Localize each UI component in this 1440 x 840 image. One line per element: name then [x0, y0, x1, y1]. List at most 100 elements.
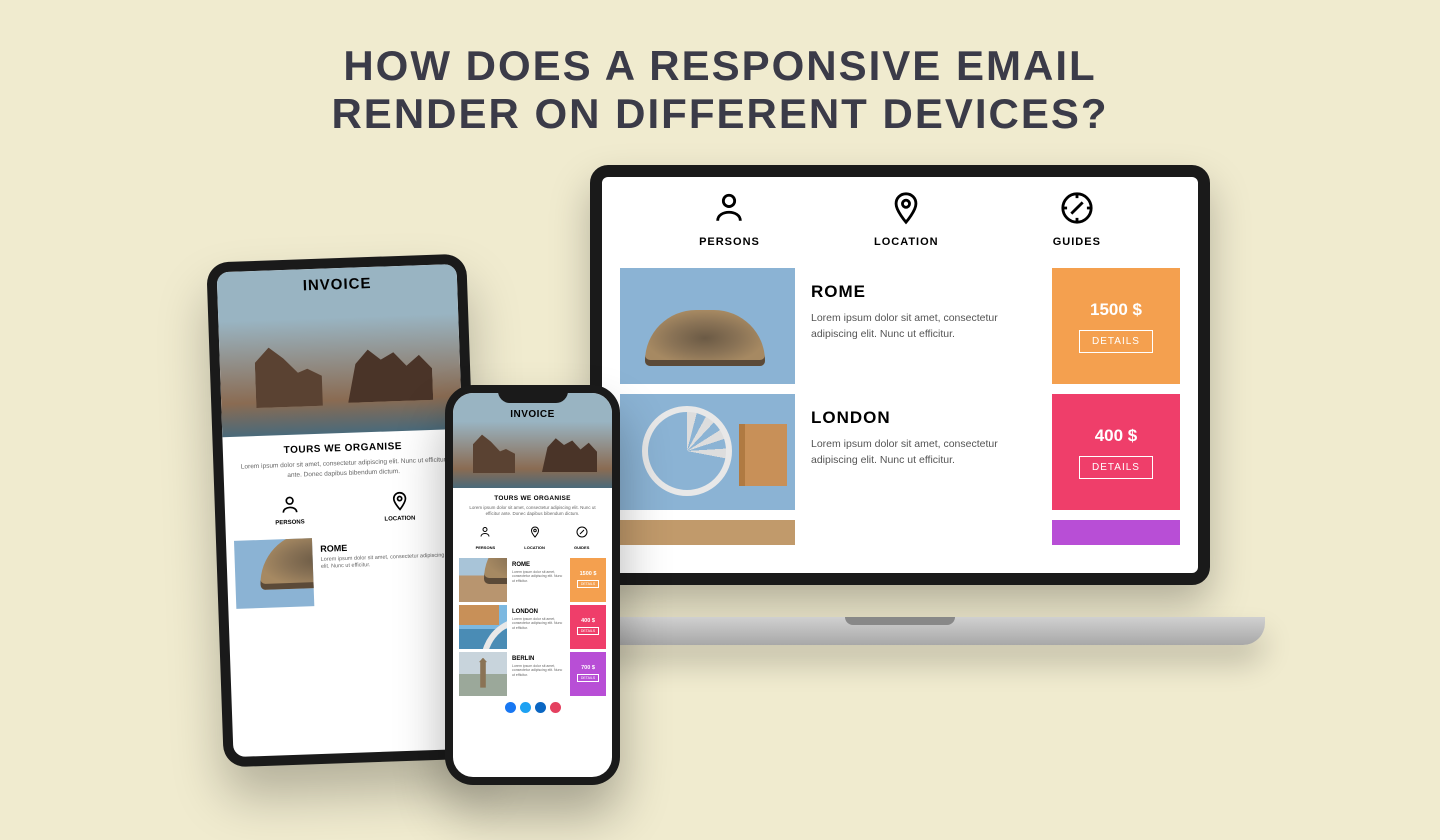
- tour-text: LONDON Lorem ipsum dolor sit amet, conse…: [507, 605, 570, 649]
- invoice-heading: INVOICE: [217, 264, 458, 297]
- instagram-icon[interactable]: [550, 702, 561, 713]
- partial-image: [620, 520, 795, 545]
- section-text: Lorem ipsum dolor sit amet, consectetur …: [235, 455, 452, 482]
- price-block: 1500 $ DETAILS: [1052, 268, 1180, 384]
- tour-row-rome: ROME Lorem ipsum dolor sit amet, consect…: [620, 268, 1180, 384]
- city-name: ROME: [320, 539, 450, 554]
- city-desc: Lorem ipsum dolor sit amet, consectetur …: [512, 664, 565, 678]
- details-button[interactable]: DETAILS: [577, 627, 599, 635]
- title-line2: RENDER ON DIFFERENT DEVICES?: [331, 90, 1108, 137]
- city-desc: Lorem ipsum dolor sit amet, consectetur …: [512, 617, 565, 631]
- rome-image: [620, 268, 795, 384]
- tour-text: LONDON Lorem ipsum dolor sit amet, conse…: [795, 394, 1052, 510]
- location-icon: [889, 191, 923, 225]
- rome-image: [459, 558, 507, 602]
- compass-icon: [1060, 191, 1094, 225]
- phone-row-london: LONDON Lorem ipsum dolor sit amet, conse…: [459, 605, 606, 649]
- price-amount: 1500 $: [1090, 300, 1142, 320]
- persons-label: PERSONS: [275, 519, 305, 526]
- location-label: LOCATION: [384, 515, 415, 522]
- tablet-hero: INVOICE: [217, 264, 463, 437]
- price-block: 400 $ DETAILS: [570, 605, 606, 649]
- tours-section: TOURS WE ORGANISE Lorem ipsum dolor sit …: [453, 488, 612, 523]
- city-desc: Lorem ipsum dolor sit amet, consectetur …: [512, 570, 565, 584]
- city-desc: Lorem ipsum dolor sit amet, consectetur …: [811, 310, 1036, 343]
- city-name: BERLIN: [512, 656, 565, 662]
- section-text: Lorem ipsum dolor sit amet, consectetur …: [463, 505, 602, 518]
- price-block: 1500 $ DETAILS: [570, 558, 606, 602]
- icon-persons: PERSONS: [699, 191, 760, 248]
- icon-persons: PERSONS: [274, 494, 304, 526]
- invoice-heading: INVOICE: [453, 393, 612, 420]
- tablet-row-rome: ROME Lorem ipsum dolor sit amet, consect…: [234, 533, 460, 609]
- linkedin-icon[interactable]: [535, 702, 546, 713]
- details-button[interactable]: DETAILS: [577, 674, 599, 682]
- icon-guides: GUIDES: [574, 525, 589, 550]
- icon-location: LOCATION: [384, 490, 416, 522]
- price-block: 700 $ DETAILS: [570, 652, 606, 696]
- location-icon: [389, 490, 410, 511]
- rome-image: [234, 538, 314, 609]
- laptop-screen: PERSONS LOCATION GUIDES ROME Lorem ipsum…: [590, 165, 1210, 585]
- laptop-icon-row: PERSONS LOCATION GUIDES: [602, 177, 1198, 258]
- person-icon: [712, 191, 746, 225]
- phone-row-rome: ROME Lorem ipsum dolor sit amet, consect…: [459, 558, 606, 602]
- price-amount: 400 $: [581, 618, 595, 624]
- twitter-icon[interactable]: [520, 702, 531, 713]
- section-heading: TOURS WE ORGANISE: [235, 439, 451, 458]
- social-icons: [453, 696, 612, 719]
- tablet-screen: INVOICE TOURS WE ORGANISE Lorem ipsum do…: [217, 264, 474, 757]
- phone-screen: INVOICE TOURS WE ORGANISE Lorem ipsum do…: [453, 393, 612, 777]
- persons-label: PERSONS: [699, 236, 760, 248]
- details-button[interactable]: DETAILS: [1079, 456, 1153, 479]
- guides-label: GUIDES: [1053, 236, 1101, 248]
- icon-location: LOCATION: [874, 191, 939, 248]
- city-name: ROME: [512, 562, 565, 568]
- phone-hero: INVOICE: [453, 393, 612, 488]
- tour-row-partial: [620, 520, 1180, 545]
- phone-icons: PERSONS LOCATION GUIDES: [453, 523, 612, 555]
- london-image: [620, 394, 795, 510]
- facebook-icon[interactable]: [505, 702, 516, 713]
- phone-row-berlin: BERLIN Lorem ipsum dolor sit amet, conse…: [459, 652, 606, 696]
- tour-text: ROME Lorem ipsum dolor sit amet, consect…: [795, 268, 1052, 384]
- partial-price: [1052, 520, 1180, 545]
- details-button[interactable]: DETAILS: [577, 580, 599, 588]
- tablet-device: INVOICE TOURS WE ORGANISE Lorem ipsum do…: [206, 254, 483, 768]
- london-image: [459, 605, 507, 649]
- city-name: ROME: [811, 282, 1036, 302]
- title-line1: HOW DOES A RESPONSIVE EMAIL: [343, 42, 1096, 89]
- details-button[interactable]: DETAILS: [1079, 330, 1153, 353]
- tour-text: ROME Lorem ipsum dolor sit amet, consect…: [507, 558, 570, 602]
- city-desc: Lorem ipsum dolor sit amet, consectetur …: [811, 436, 1036, 469]
- price-block: 400 $ DETAILS: [1052, 394, 1180, 510]
- guides-label: GUIDES: [574, 545, 589, 550]
- tour-row-london: LONDON Lorem ipsum dolor sit amet, conse…: [620, 394, 1180, 510]
- price-amount: 1500 $: [580, 571, 597, 577]
- persons-label: PERSONS: [476, 545, 496, 550]
- location-label: LOCATION: [874, 236, 939, 248]
- compass-icon: [576, 526, 588, 538]
- city-name: LONDON: [811, 408, 1036, 428]
- section-heading: TOURS WE ORGANISE: [463, 495, 602, 502]
- city-name: LONDON: [512, 609, 565, 615]
- icon-location: LOCATION: [524, 525, 545, 550]
- location-icon: [529, 526, 541, 538]
- person-icon: [279, 494, 300, 515]
- price-amount: 400 $: [1095, 426, 1138, 446]
- city-desc: Lorem ipsum dolor sit amet, consectetur …: [321, 552, 451, 572]
- tours-section: TOURS WE ORGANISE Lorem ipsum dolor sit …: [222, 429, 464, 493]
- icon-persons: PERSONS: [476, 525, 496, 550]
- price-amount: 700 $: [581, 665, 595, 671]
- icon-guides: GUIDES: [1053, 191, 1101, 248]
- tablet-icons: PERSONS LOCATION: [224, 484, 465, 535]
- tour-text: BERLIN Lorem ipsum dolor sit amet, conse…: [507, 652, 570, 696]
- laptop-device: PERSONS LOCATION GUIDES ROME Lorem ipsum…: [590, 165, 1210, 645]
- phone-device: INVOICE TOURS WE ORGANISE Lorem ipsum do…: [445, 385, 620, 785]
- location-label: LOCATION: [524, 545, 545, 550]
- partial-text: [795, 520, 1052, 545]
- person-icon: [479, 526, 491, 538]
- laptop-base: [535, 617, 1265, 645]
- tour-text: ROME Lorem ipsum dolor sit amet, consect…: [312, 533, 460, 606]
- page-title: HOW DOES A RESPONSIVE EMAIL RENDER ON DI…: [0, 0, 1440, 139]
